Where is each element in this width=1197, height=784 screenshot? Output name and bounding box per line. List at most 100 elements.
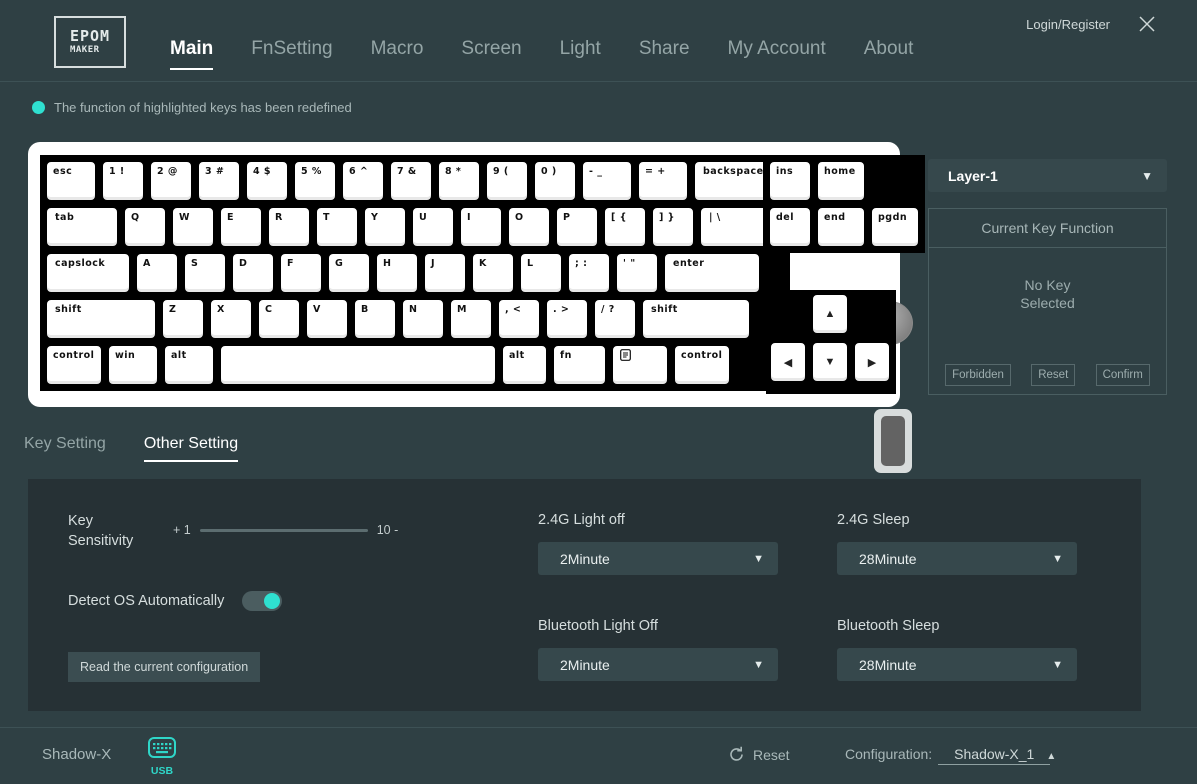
key-shift[interactable]: shift (45, 298, 157, 340)
key-y[interactable]: Y (363, 206, 407, 248)
key-blank[interactable]: - _ (581, 160, 633, 202)
key-f[interactable]: F (279, 252, 323, 294)
key-g[interactable]: G (327, 252, 371, 294)
key-end[interactable]: end (816, 206, 866, 248)
key-6[interactable]: 6 ^ (341, 160, 385, 202)
key-7[interactable]: 7 & (389, 160, 433, 202)
key-ins[interactable]: ins (768, 160, 812, 202)
nav-item-macro[interactable]: Macro (371, 38, 424, 70)
chevron-up-icon[interactable]: ▲ (1046, 751, 1056, 762)
key-blank[interactable]: , < (497, 298, 541, 340)
key-blank[interactable]: . > (545, 298, 589, 340)
connection-status[interactable]: USB (148, 735, 176, 777)
key-x[interactable]: X (209, 298, 253, 340)
oled-screen-module[interactable] (874, 409, 912, 473)
key-n[interactable]: N (401, 298, 445, 340)
key-d[interactable]: D (231, 252, 275, 294)
key-u[interactable]: U (411, 206, 455, 248)
key-shift[interactable]: shift (641, 298, 751, 340)
key-2[interactable]: 2 @ (149, 160, 193, 202)
tab-other-setting[interactable]: Other Setting (144, 435, 238, 462)
key-s[interactable]: S (183, 252, 227, 294)
key-e[interactable]: E (219, 206, 263, 248)
key-z[interactable]: Z (161, 298, 205, 340)
key-0[interactable]: 0 ) (533, 160, 577, 202)
slider-track[interactable] (200, 529, 368, 532)
close-icon[interactable] (1133, 10, 1161, 38)
dropdown-24g-light-off[interactable]: 2Minute ▼ (538, 542, 778, 575)
login-register-link[interactable]: Login/Register (1026, 17, 1110, 32)
read-current-configuration-button[interactable]: Read the current configuration (68, 652, 260, 682)
key-blank[interactable]: ; : (567, 252, 611, 294)
key-o[interactable]: O (507, 206, 551, 248)
key-blank[interactable]: ' " (615, 252, 659, 294)
key-4[interactable]: 4 $ (245, 160, 289, 202)
key-8[interactable]: 8 * (437, 160, 481, 202)
key-arrow-left[interactable]: ◀ (769, 341, 807, 383)
key-blank[interactable]: = + (637, 160, 689, 202)
key-control[interactable]: control (45, 344, 103, 386)
key-sensitivity-slider[interactable]: + 1 10 - (173, 523, 398, 537)
key-control[interactable]: control (673, 344, 731, 386)
key-blank[interactable]: ] } (651, 206, 695, 248)
key-arrow-down[interactable]: ▼ (811, 341, 849, 383)
nav-item-about[interactable]: About (864, 38, 914, 70)
key-5[interactable]: 5 % (293, 160, 337, 202)
key-alt[interactable]: alt (501, 344, 548, 386)
key-win[interactable]: win (107, 344, 159, 386)
key-arrow-up[interactable]: ▲ (811, 293, 849, 335)
dropdown-bt-sleep[interactable]: 28Minute ▼ (837, 648, 1077, 681)
nav-item-share[interactable]: Share (639, 38, 690, 70)
dropdown-24g-sleep[interactable]: 28Minute ▼ (837, 542, 1077, 575)
key-del[interactable]: del (768, 206, 812, 248)
key-arrow-right[interactable]: ▶ (853, 341, 891, 383)
nav-item-main[interactable]: Main (170, 38, 213, 70)
forbidden-button[interactable]: Forbidden (945, 364, 1011, 386)
nav-item-my-account[interactable]: My Account (728, 38, 826, 70)
key-home[interactable]: home (816, 160, 866, 202)
tab-key-setting[interactable]: Key Setting (24, 435, 106, 462)
key-h[interactable]: H (375, 252, 419, 294)
key-alt[interactable]: alt (163, 344, 215, 386)
key-l[interactable]: L (519, 252, 563, 294)
nav-item-screen[interactable]: Screen (461, 38, 521, 70)
key-pgdn[interactable]: pgdn (870, 206, 920, 248)
configuration-value[interactable]: Shadow-X_1 (938, 746, 1050, 765)
key-space[interactable] (219, 344, 497, 386)
key-m[interactable]: M (449, 298, 493, 340)
key-menu[interactable] (611, 344, 669, 386)
key-k[interactable]: K (471, 252, 515, 294)
key-enter[interactable]: enter (663, 252, 761, 294)
key-p[interactable]: P (555, 206, 599, 248)
key-capslock[interactable]: capslock (45, 252, 131, 294)
key-t[interactable]: T (315, 206, 359, 248)
key-1[interactable]: 1 ! (101, 160, 145, 202)
key-fn[interactable]: fn (552, 344, 607, 386)
key-i[interactable]: I (459, 206, 503, 248)
key-tab[interactable]: tab (45, 206, 119, 248)
key-blank[interactable]: / ? (593, 298, 637, 340)
key-label: control (681, 350, 722, 361)
key-blank[interactable]: [ { (603, 206, 647, 248)
reset-button[interactable]: Reset (728, 746, 790, 763)
key-9[interactable]: 9 ( (485, 160, 529, 202)
nav-item-fnsetting[interactable]: FnSetting (251, 38, 332, 70)
key-q[interactable]: Q (123, 206, 167, 248)
nav-item-light[interactable]: Light (560, 38, 601, 70)
key-v[interactable]: V (305, 298, 349, 340)
key-r[interactable]: R (267, 206, 311, 248)
key-j[interactable]: J (423, 252, 467, 294)
key-b[interactable]: B (353, 298, 397, 340)
key-w[interactable]: W (171, 206, 215, 248)
reset-key-button[interactable]: Reset (1031, 364, 1075, 386)
layer-dropdown[interactable]: Layer-1 ▼ (928, 159, 1167, 192)
key-label: J (431, 258, 435, 269)
key-blank[interactable]: | \ (699, 206, 769, 248)
detect-os-toggle[interactable] (242, 591, 282, 611)
confirm-button[interactable]: Confirm (1096, 364, 1150, 386)
key-esc[interactable]: esc (45, 160, 97, 202)
key-3[interactable]: 3 # (197, 160, 241, 202)
key-a[interactable]: A (135, 252, 179, 294)
dropdown-bt-light-off[interactable]: 2Minute ▼ (538, 648, 778, 681)
key-c[interactable]: C (257, 298, 301, 340)
